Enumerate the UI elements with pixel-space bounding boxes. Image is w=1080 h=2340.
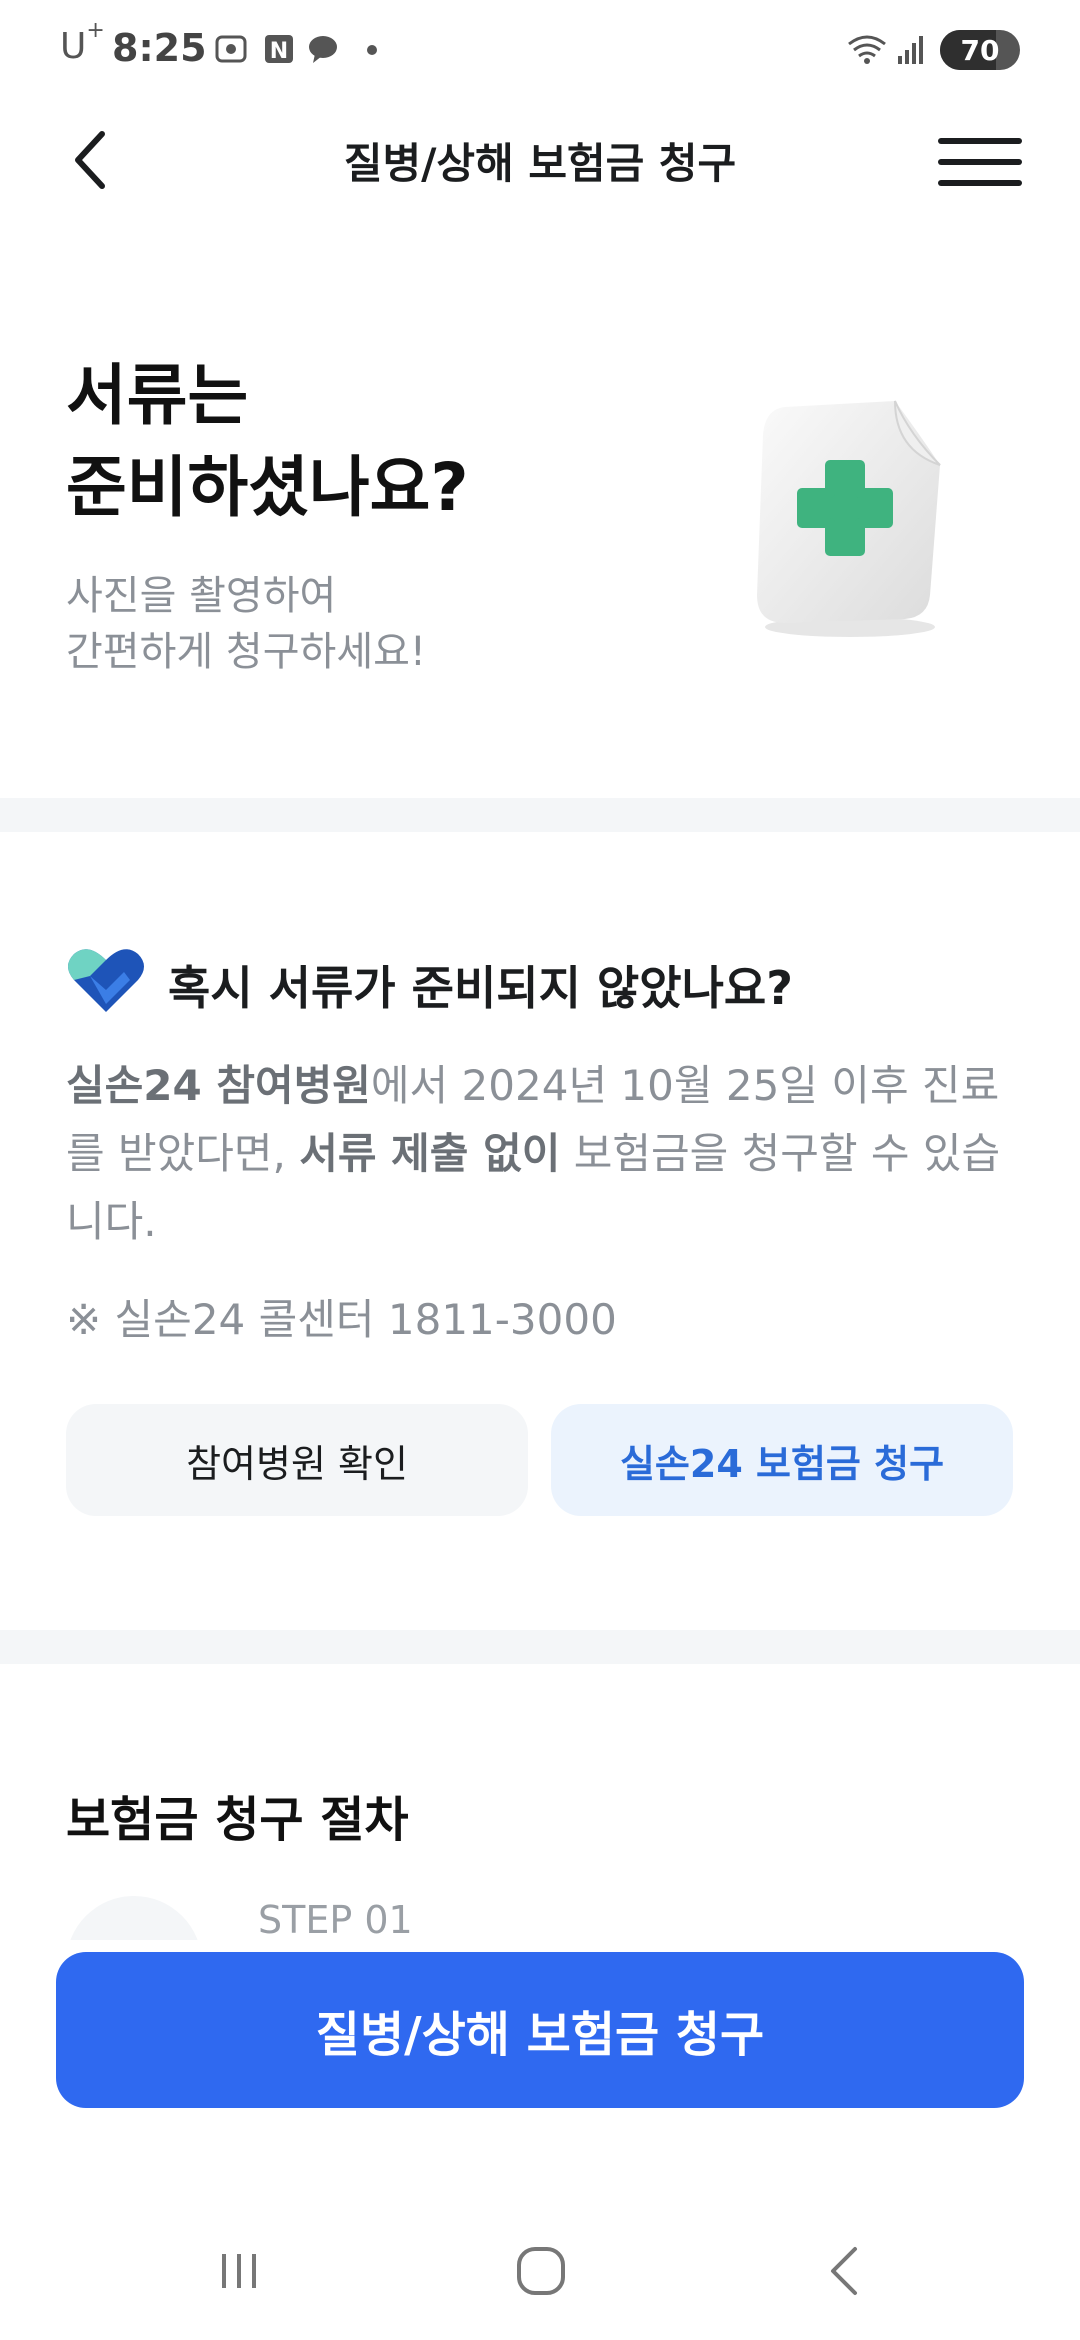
info-title: 혹시 서류가 준비되지 않았나요? [168, 961, 793, 1015]
claim24-button[interactable]: 실손24 보험금 청구 [551, 1404, 1013, 1516]
system-back-button[interactable] [800, 2236, 890, 2306]
naver-icon: N [265, 35, 293, 64]
status-time: 8:25 [112, 26, 207, 70]
home-icon [517, 2247, 565, 2295]
heart-check-icon [68, 949, 144, 1012]
status-bar: U+ 8:25 N 70 [0, 0, 1080, 100]
section-divider [0, 1630, 1080, 1664]
app-header: 질병/상해 보험금 청구 [0, 100, 1080, 220]
medical-document-icon [757, 400, 941, 637]
call-center-note: ※ 실손24 콜센터 1811-3000 [66, 1295, 617, 1344]
hero-title-line2: 준비하셨나요? [66, 449, 469, 527]
hero-subtitle-line2: 간편하게 청구하세요! [66, 629, 426, 675]
procedure-title: 보험금 청구 절차 [66, 1792, 409, 1848]
hero-subtitle-line1: 사진을 촬영하여 [66, 573, 337, 619]
chat-icon [309, 36, 337, 63]
hamburger-menu-icon-bar [938, 180, 1022, 186]
page-title: 질병/상해 보험금 청구 [343, 139, 737, 188]
wifi-icon [848, 35, 886, 64]
dot-icon [367, 45, 377, 55]
step-label: STEP 01 [258, 1898, 413, 1942]
battery-level: 70 [960, 34, 1000, 67]
screen: U+ 8:25 N 70 질병/상해 보험금 청구 서류는 준비하셨나요? 사진… [0, 0, 1080, 2340]
claim-button[interactable]: 질병/상해 보험금 청구 [56, 1952, 1024, 2108]
back-arrow-icon [831, 2247, 857, 2295]
section-divider [0, 798, 1080, 832]
hamburger-menu-icon [938, 138, 1022, 144]
info-body-strong-nodocs: 서류 제출 없이 [299, 1129, 561, 1178]
hero-title: 서류는 준비하셨나요? [66, 350, 469, 535]
info-body-strong-hospitals: 실손24 참여병원 [66, 1061, 371, 1110]
hero-subtitle: 사진을 촬영하여 간편하게 청구하세요! [66, 568, 426, 680]
check-hospitals-button[interactable]: 참여병원 확인 [66, 1404, 528, 1516]
home-button[interactable] [496, 2236, 586, 2306]
system-nav-bar [0, 2200, 1080, 2340]
recent-apps-icon [222, 2254, 256, 2288]
screenshot-icon [215, 35, 247, 63]
menu-button[interactable] [930, 130, 1030, 194]
info-body: 실손24 참여병원에서 2024년 10월 25일 이후 진료를 받았다면, 서… [66, 1052, 1016, 1256]
svg-text:N: N [270, 39, 288, 64]
hamburger-menu-icon-bar [938, 159, 1022, 165]
recent-apps-button[interactable] [194, 2236, 284, 2306]
carrier: U+ [60, 18, 105, 67]
hero-title-line1: 서류는 [66, 357, 249, 434]
signal-icon [898, 36, 923, 64]
battery-indicator: 70 [940, 30, 1020, 70]
